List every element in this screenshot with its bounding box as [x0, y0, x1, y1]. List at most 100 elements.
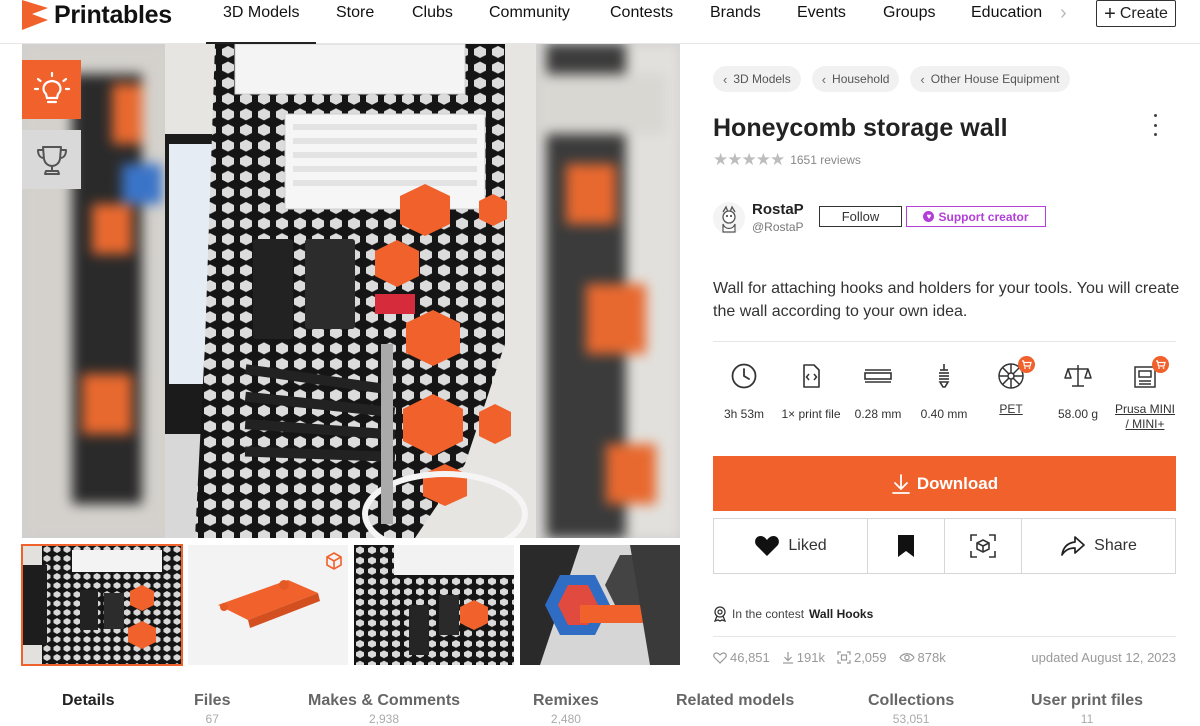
stat-likes-value: 46,851	[730, 650, 770, 665]
thumbnail-2[interactable]	[188, 545, 348, 665]
nav-events[interactable]: Events	[797, 4, 846, 22]
nav-store[interactable]: Store	[336, 4, 374, 22]
thumbnail-1[interactable]	[21, 544, 183, 666]
nav-groups[interactable]: Groups	[883, 4, 935, 22]
param-label: 58.00 g	[1057, 407, 1099, 421]
param-label: 1× print file	[781, 407, 841, 421]
contest-info[interactable]: In the contest Wall Hooks	[713, 606, 873, 622]
tab-makes-comments[interactable]: Makes & Comments 2,938	[308, 692, 460, 726]
tab-label: Files	[194, 692, 231, 709]
featured-badge[interactable]	[22, 60, 81, 119]
rating[interactable]: ★★★★★ 1651 reviews	[713, 150, 861, 170]
creator-avatar[interactable]	[713, 202, 745, 234]
scale-icon	[1064, 365, 1092, 387]
tab-label: Collections	[868, 692, 955, 709]
tab-remixes[interactable]: Remixes 2,480	[533, 692, 599, 726]
tab-files[interactable]: Files 67	[194, 692, 230, 726]
nav-3d-models[interactable]: 3D Models	[223, 4, 299, 22]
updated-date: updated August 12, 2023	[1031, 650, 1176, 665]
model-title: Honeycomb storage wall	[713, 114, 1008, 142]
clock-icon	[731, 363, 757, 389]
tab-count: 2,480	[550, 712, 581, 726]
heart-outline-icon	[713, 651, 727, 664]
breadcrumb-label: Other House Equipment	[930, 72, 1060, 86]
tab-count: 67	[205, 712, 219, 726]
like-button-label: Liked	[788, 537, 827, 554]
tab-collections[interactable]: Collections 53,051	[868, 692, 954, 726]
tab-count: 2,938	[369, 712, 400, 726]
thumbnail-4[interactable]: ›	[520, 545, 680, 665]
contest-name[interactable]: Wall Hooks	[809, 607, 873, 621]
tab-count: 53,051	[892, 712, 930, 726]
nav-education[interactable]: Education	[971, 4, 1042, 22]
review-count: 1651 reviews	[790, 153, 861, 167]
shopping-cart-icon[interactable]	[1152, 356, 1169, 373]
thumbnail-1-image	[22, 545, 182, 665]
nav-brands[interactable]: Brands	[710, 4, 761, 22]
tab-related-models[interactable]: Related models	[676, 692, 794, 710]
shopping-cart-icon[interactable]	[1018, 356, 1035, 373]
more-options-icon[interactable]	[1147, 114, 1163, 136]
thumbnail-3-image	[354, 545, 514, 665]
param-material[interactable]: PET	[979, 356, 1043, 417]
honeycomb-wall-image	[165, 44, 536, 538]
support-creator-button[interactable]: ♥ Support creator	[906, 206, 1046, 227]
tab-user-print-files[interactable]: User print files 11	[1031, 692, 1143, 726]
nozzle-icon	[938, 364, 950, 388]
param-print-files: 1× print file	[779, 362, 843, 422]
download-button[interactable]: Download	[713, 456, 1176, 511]
stat-views: 878k	[898, 650, 946, 665]
param-printer[interactable]: Prusa MINI / MINI+	[1113, 356, 1177, 432]
param-label: 0.28 mm	[854, 407, 902, 421]
create-button[interactable]: + Create	[1096, 0, 1176, 27]
breadcrumb: ‹ 3D Models ‹ Household ‹ Other House Eq…	[713, 66, 1070, 92]
model-summary: Wall for attaching hooks and holders for…	[713, 280, 1180, 320]
tab-details[interactable]: Details	[62, 692, 114, 710]
share-button[interactable]: Share	[1022, 519, 1175, 573]
tab-label: Remixes	[533, 692, 599, 709]
plus-icon: +	[1104, 2, 1116, 25]
download-icon	[891, 473, 910, 494]
creator-handle: @RostaP	[752, 220, 804, 234]
nav-contests[interactable]: Contests	[610, 4, 673, 22]
thumbnail-2-image	[188, 545, 348, 665]
file-code-icon	[803, 364, 820, 388]
lightbulb-icon	[33, 71, 70, 103]
image-gallery[interactable]	[22, 44, 680, 538]
nav-scroll-right-icon[interactable]: ›	[1060, 2, 1067, 25]
app-name: Printables	[54, 0, 172, 29]
printables-logo[interactable]: Printables	[22, 0, 172, 30]
tab-label: Details	[62, 692, 115, 709]
param-label: 0.40 mm	[920, 407, 968, 421]
gallery-thumbnails: ›	[21, 544, 680, 666]
thumbnail-3[interactable]	[354, 545, 514, 665]
main-model-photo[interactable]	[165, 44, 536, 538]
tab-label: Related models	[676, 692, 795, 709]
divider	[713, 341, 1176, 342]
contest-badge[interactable]	[22, 130, 81, 189]
contest-prefix: In the contest	[732, 607, 805, 621]
download-outline-icon	[782, 652, 793, 664]
param-label[interactable]: Prusa MINI / MINI+	[1113, 402, 1177, 432]
like-button[interactable]: Liked	[714, 519, 868, 573]
param-label[interactable]: PET	[979, 402, 1043, 417]
nav-clubs[interactable]: Clubs	[412, 4, 453, 22]
bookmark-button[interactable]	[868, 519, 945, 573]
breadcrumb-3d-models[interactable]: ‹ 3D Models	[713, 66, 801, 92]
follow-button[interactable]: Follow	[819, 206, 902, 227]
breadcrumb-other-house-equipment[interactable]: ‹ Other House Equipment	[910, 66, 1070, 92]
heart-icon	[755, 536, 780, 556]
stat-makes-value: 2,059	[853, 650, 887, 665]
chevron-left-icon: ‹	[723, 71, 728, 87]
printer-icon-wrapper	[1131, 356, 1169, 390]
creator-name[interactable]: RostaP	[752, 201, 804, 218]
print-preview-button[interactable]	[945, 519, 1022, 573]
breadcrumb-household[interactable]: ‹ Household	[811, 66, 900, 92]
stat-views-value: 878k	[917, 650, 946, 665]
print-parameters: 3h 53m 1× print file 0.28 mm 0.40 mm PET…	[713, 356, 1177, 434]
param-label: 3h 53m	[723, 407, 765, 421]
thumbnail-4-image	[520, 545, 680, 665]
makes-icon	[837, 651, 851, 664]
nav-community[interactable]: Community	[489, 4, 570, 22]
bookmark-icon	[898, 535, 914, 557]
